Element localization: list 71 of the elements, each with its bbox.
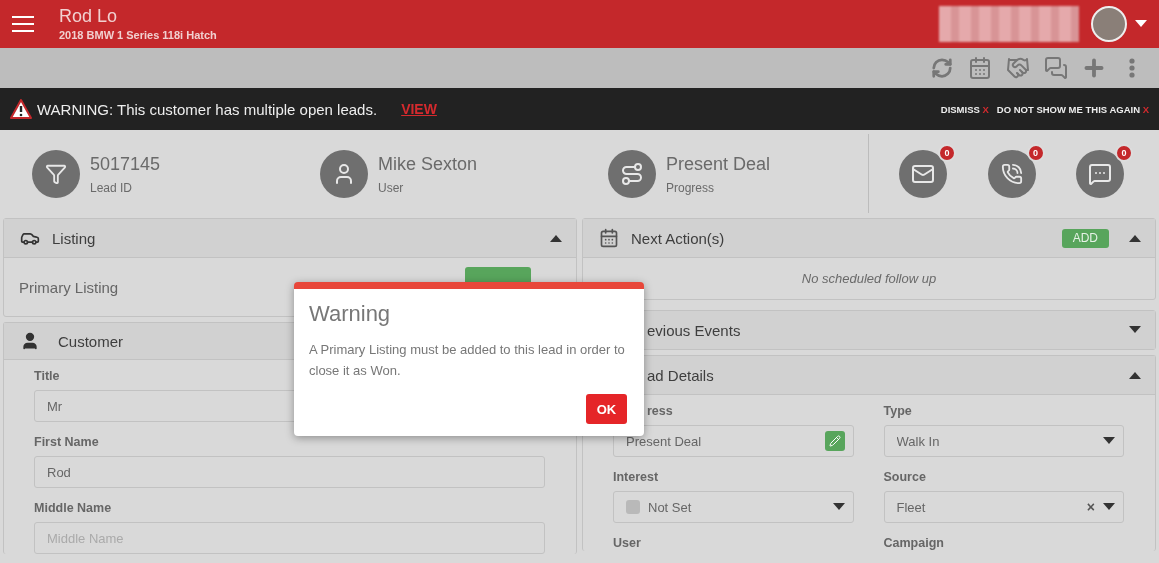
panel-title: Customer xyxy=(58,332,124,350)
field-input[interactable]: Present Deal xyxy=(626,433,817,449)
vehicle-subtitle: 2018 BMW 1 Series 118i Hatch xyxy=(59,28,218,43)
calendar-icon xyxy=(968,56,992,80)
count-badge: 0 xyxy=(1026,144,1045,162)
clear-button[interactable]: × xyxy=(1086,499,1095,515)
alert-action-button[interactable]: DO NOT SHOW ME THIS AGAIN X xyxy=(996,103,1149,115)
customer-name: Rod Lo xyxy=(59,5,119,27)
field-input[interactable]: Walk In xyxy=(896,433,1095,449)
panel-title: evious Events xyxy=(647,321,741,339)
more-icon xyxy=(1129,58,1135,78)
field-label: Title xyxy=(34,368,60,384)
caret-up-icon[interactable] xyxy=(1129,234,1141,242)
avatar[interactable] xyxy=(1091,6,1127,42)
row-label: Primary Listing xyxy=(19,278,119,296)
refresh-icon xyxy=(931,57,953,79)
menu-icon[interactable] xyxy=(12,15,34,33)
stat-label: Progress xyxy=(666,180,716,195)
calendar-icon xyxy=(599,228,619,248)
person-icon xyxy=(20,331,40,351)
edit-button[interactable] xyxy=(824,431,845,451)
field-label: Source xyxy=(883,469,926,485)
warning-icon xyxy=(10,99,32,119)
select-field[interactable]: Walk In xyxy=(883,425,1124,457)
alert-message: WARNING: This customer has multiple open leads. xyxy=(37,100,378,118)
count-badge: 0 xyxy=(1115,144,1133,162)
dropdown-caret-icon[interactable] xyxy=(1103,437,1115,445)
swatch-icon xyxy=(626,500,640,514)
chat-icon xyxy=(1088,162,1112,186)
handshake-icon xyxy=(1006,56,1030,80)
text-input[interactable]: Rod xyxy=(34,456,545,488)
panel-title: Next Action(s) xyxy=(631,229,725,247)
select-field[interactable]: Fleet × xyxy=(883,491,1124,523)
select-field[interactable]: Not Set xyxy=(613,491,854,523)
alert-action-button[interactable]: DISMISS X xyxy=(940,103,989,115)
stat-value: Mike Sexton xyxy=(378,153,478,175)
chat-icon xyxy=(1044,56,1068,80)
empty-message: No scheduled follow up xyxy=(800,270,938,288)
stat-label: User xyxy=(378,180,405,195)
field-label: Interest xyxy=(613,469,659,485)
field-input[interactable]: Not Set xyxy=(648,499,825,515)
field-label: Campaign xyxy=(883,535,944,551)
field-input[interactable]: Fleet xyxy=(896,499,1079,515)
field-label: Type xyxy=(883,403,912,419)
pencil-icon xyxy=(828,435,841,447)
road-icon xyxy=(620,162,644,186)
field-label: First Name xyxy=(34,434,99,450)
envelope-icon xyxy=(911,162,935,186)
funnel-icon xyxy=(45,163,67,185)
progress-field[interactable]: Present Deal xyxy=(613,425,854,457)
caret-down-icon[interactable] xyxy=(1129,326,1141,334)
add-button[interactable]: ADD xyxy=(1061,228,1109,248)
panel-title: ad Details xyxy=(647,366,714,384)
panel-title: Listing xyxy=(52,229,96,247)
field-label: ress xyxy=(647,403,673,419)
stat-value: 5017145 xyxy=(90,153,161,175)
stat-value: Present Deal xyxy=(666,153,771,175)
dialog-title: Warning xyxy=(309,301,392,327)
stat-label: Lead ID xyxy=(90,180,134,195)
count-badge: 0 xyxy=(938,144,956,162)
dropdown-caret-icon[interactable] xyxy=(832,503,845,511)
caret-up-icon[interactable] xyxy=(1129,371,1141,379)
field-label: User xyxy=(613,535,641,551)
caret-up-icon[interactable] xyxy=(550,234,562,242)
caret-down-icon[interactable] xyxy=(1135,20,1147,28)
field-label: Middle Name xyxy=(34,500,112,516)
dropdown-caret-icon[interactable] xyxy=(1103,503,1115,511)
phone-icon xyxy=(1000,163,1023,185)
dialog-message: A Primary Listing must be added to this lead in order to close it as Won. xyxy=(309,341,626,380)
view-link[interactable]: VIEW xyxy=(401,101,933,117)
ok-button[interactable]: OK xyxy=(586,394,627,424)
